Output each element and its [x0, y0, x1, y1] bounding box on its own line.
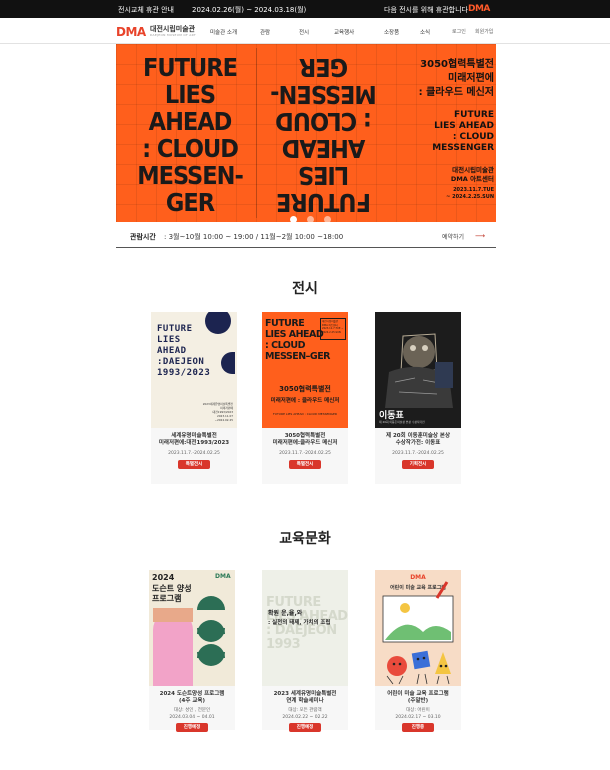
card-target: 대상: 성인 , 전문인 — [173, 708, 211, 713]
hero-dates: 2023.11.7.TUE ~ 2024.2.25.SUN — [446, 187, 494, 200]
site-logo[interactable]: DMA — [116, 25, 146, 39]
card-target: 대상: 모든 관람객 — [288, 708, 322, 713]
notice-logo: DMA — [468, 4, 490, 14]
notice-bar: 전시교체 휴관 안내 2024.02.26(월) ~ 2024.03.18(월)… — [0, 0, 610, 18]
card-date: 2023.11.7.-2024.02.25 — [279, 451, 331, 456]
card-date: 2024.02.17 ~ 03.10 — [395, 715, 441, 720]
site-subname: DAEJEON MUSEUM OF ART — [150, 33, 196, 37]
poster-kr-title: 3050협력특별전 — [279, 385, 331, 393]
status-badge: 특별전시 — [289, 460, 321, 469]
education-poster: DMA 어린이 미술 교육 프로그램 — [375, 570, 461, 686]
hero-kr-title-1: 3050협력특별전 — [420, 59, 494, 70]
card-title: 2023 세계유명미술특별전 연계 학술세미나 — [273, 691, 337, 704]
nav-item-about[interactable]: 미술관 소개 — [210, 28, 237, 36]
nav-item-visit[interactable]: 관람 — [260, 28, 270, 36]
poster-info-box: 대전시립미술관 DMA 아트센터 2023.11.7.TUE ~ 2024.2.… — [320, 318, 346, 340]
arrow-right-icon[interactable]: ⟶ — [475, 232, 485, 240]
exhibition-poster: FUTURE LIES AHEAD : CLOUD MESSEN–GER 대전시… — [262, 312, 348, 428]
nav-item-collection[interactable]: 소장품 — [384, 28, 399, 36]
site-header: DMA 대전시립미술관 DAEJEON MUSEUM OF ART 미술관 소개… — [0, 18, 610, 44]
slider-dots — [290, 208, 336, 222]
card-title: 제 20회 이동훈미술상 본상 수상작가전: 이동표 — [386, 433, 450, 446]
nav-item-education[interactable]: 교육행사 — [334, 28, 354, 36]
poster-en-line: FUTURE LIES AHEAD : CLOUD MESSENGER — [273, 412, 337, 416]
poster-illustration — [382, 581, 454, 685]
education-poster: FUTURE LIES AHEAD : DAEJEON 1993 확원 운,율,… — [262, 570, 348, 686]
nav-item-news[interactable]: 소식 — [420, 28, 430, 36]
card-target: 대상: 어린이 — [406, 708, 430, 713]
hero-kr-title-2: 미래저편에 — [448, 73, 494, 84]
education-card[interactable]: DMA 어린이 미술 교육 프로그램 어린이 미술 교육 프로그램 (주말반) … — [375, 570, 461, 732]
exhibition-poster: FUTURE LIES AHEAD :DAEJEON 1993/2023 202… — [151, 312, 237, 428]
card-date: 2023.11.7.-2024.02.25 — [392, 451, 444, 456]
status-badge: 기획전시 — [402, 460, 434, 469]
hero-kr-title-3: : 클라우드 메신저 — [418, 87, 494, 98]
hero-big-text-mirrored: FUTURE LIES AHEAD : CLOUD MESSEN- GER — [271, 53, 377, 217]
status-badge: 진행예정 — [176, 723, 208, 732]
half-circle-decoration — [221, 352, 235, 374]
notice-message: 다음 전시를 위해 휴관합니다 — [384, 6, 468, 14]
education-title: 교육문화 — [279, 531, 331, 547]
poster-shapes — [153, 596, 225, 686]
card-date: 2024.03.04 ~ 04.01 — [169, 715, 215, 720]
exhibition-card[interactable]: 이동표 제 20회 이동훈미술상 본상 수상작가전 제 20회 이동훈미술상 본… — [375, 312, 461, 484]
poster-title: FUTURE LIES AHEAD :DAEJEON 1993/2023 — [157, 324, 211, 378]
poster-main-1: 확원 운,율,와 — [268, 610, 303, 617]
hero-banner[interactable]: FUTURE LIES AHEAD : CLOUD MESSEN- GER FU… — [116, 44, 496, 222]
status-badge: 특별전시 — [178, 460, 210, 469]
hero-venue: 대전시립미술관 DMA 아트센터 — [450, 166, 494, 183]
card-title: 어린이 미술 교육 프로그램 (주말반) — [387, 691, 449, 704]
status-badge: 진행중 — [402, 723, 434, 732]
login-link[interactable]: 로그인 — [452, 28, 466, 35]
education-poster: 2024 도슨트 양성 프로그램 DMA — [149, 570, 235, 686]
hero-big-text: FUTURE LIES AHEAD : CLOUD MESSEN- GER — [137, 53, 244, 217]
card-date: 2024.02.22 ~ 02.22 — [282, 715, 328, 720]
nav-item-exhibitions[interactable]: 전시 — [299, 28, 309, 36]
poster-kr-subtitle: 미래저편에 : 클라우드 메신저 — [270, 398, 340, 404]
signup-link[interactable]: 회원가입 — [475, 28, 493, 35]
hero-en-title: FUTURE LIES AHEAD : CLOUD MESSENGER — [432, 110, 494, 153]
opening-hours-bar: 관람시간 : 3월~10월 10:00 ~ 19:00 / 11월~2월 10:… — [116, 222, 496, 248]
exhibition-poster: 이동표 제 20회 이동훈미술상 본상 수상작가전 — [375, 312, 461, 428]
poster-note: 2023세계유명미술특별전 미래저편에 :대전1993/2023 2023.11… — [202, 402, 233, 422]
status-badge: 진행예정 — [289, 723, 321, 732]
card-title: 2024 도슨트양성 프로그램 (4주 교육) — [159, 691, 225, 704]
hours-label: 관람시간 — [130, 233, 156, 241]
notice-label: 전시교체 휴관 안내 — [118, 6, 174, 14]
notice-period: 2024.02.26(월) ~ 2024.03.18(월) — [192, 6, 307, 14]
card-title: 세계유명미술특별전 미래저편에:대전1993/2023 — [158, 433, 230, 446]
education-card[interactable]: 2024 도슨트 양성 프로그램 DMA 2024 도슨트양성 프로그램 (4주… — [149, 570, 235, 732]
hours-value: : 3월~10월 10:00 ~ 19:00 / 11월~2월 10:00 ~1… — [164, 233, 344, 241]
exhibition-card[interactable]: FUTURE LIES AHEAD : CLOUD MESSEN–GER 대전시… — [262, 312, 348, 484]
education-card[interactable]: FUTURE LIES AHEAD : DAEJEON 1993 확원 운,율,… — [262, 570, 348, 732]
booking-link[interactable]: 예약하기 — [442, 232, 464, 241]
poster-main-2: : 실천의 태제, 가치의 조립 — [268, 620, 331, 626]
exhibition-card[interactable]: FUTURE LIES AHEAD :DAEJEON 1993/2023 202… — [151, 312, 237, 484]
card-date: 2023.11.7.-2024.02.25 — [168, 451, 220, 456]
hero-divider — [256, 48, 257, 218]
poster-small-text: 제 20회 이동훈미술상 본상 수상작가전 — [379, 420, 425, 424]
hero-info: 3050협력특별전 미래저편에 : 클라우드 메신저 FUTURE LIES A… — [392, 58, 494, 201]
card-title: 3050협력특별전 미래저편에:클라우드 메신저 — [272, 433, 338, 446]
exhibitions-title: 전시 — [292, 281, 318, 297]
